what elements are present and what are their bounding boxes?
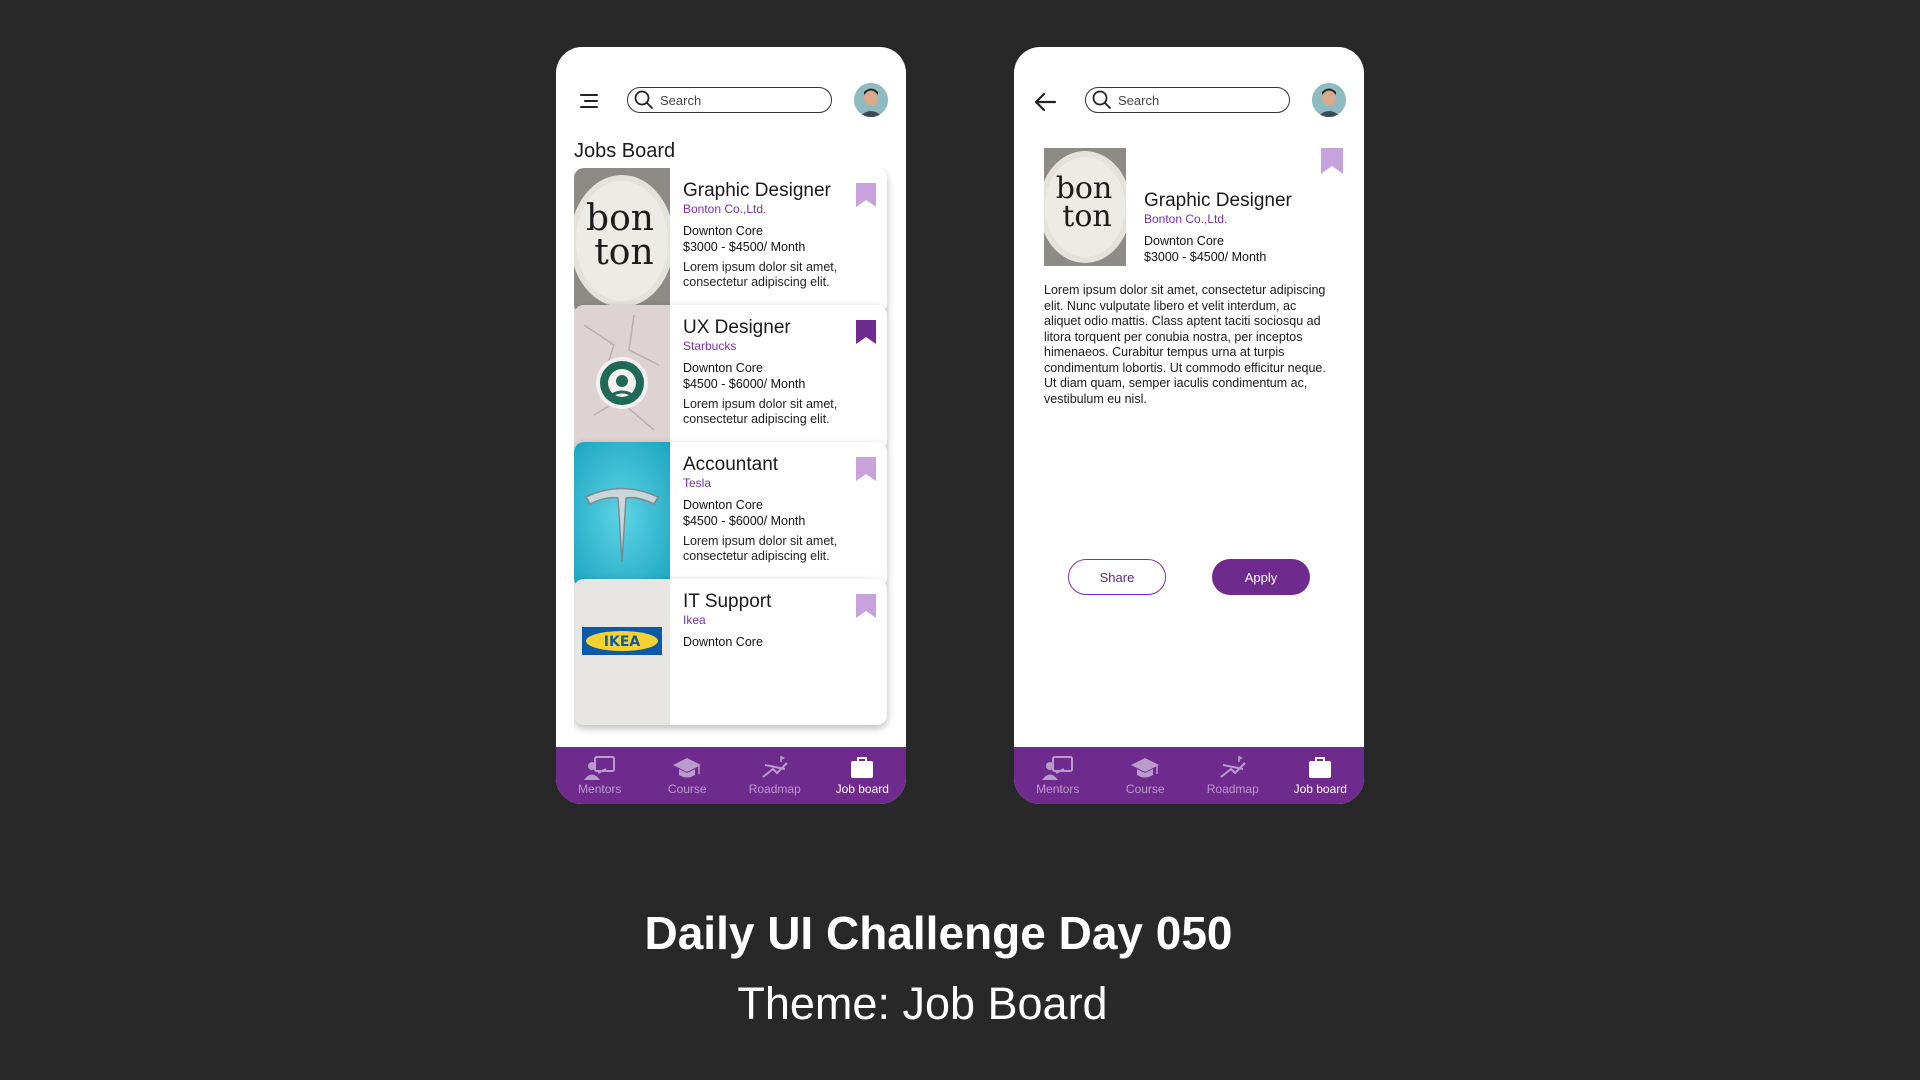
job-location: Downton Core [683, 224, 763, 238]
menu-icon[interactable] [576, 91, 600, 111]
job-company: Starbucks [683, 339, 737, 353]
caption-headline: Daily UI Challenge Day 050 [644, 907, 1233, 959]
back-arrow-icon[interactable] [1032, 89, 1058, 115]
mentor-icon [583, 756, 615, 780]
bookmark-icon[interactable] [1320, 147, 1344, 175]
mentor-icon [1041, 756, 1073, 780]
roadmap-icon [1220, 756, 1246, 778]
graduation-cap-icon [673, 758, 702, 778]
nav-item-roadmap[interactable]: Roadmap [731, 747, 819, 804]
nav-label: Roadmap [1206, 782, 1259, 796]
page-title: Jobs Board [574, 140, 676, 162]
job-company: Tesla [683, 476, 712, 490]
job-company: Bonton Co.,Ltd. [1144, 212, 1228, 226]
bookmark-icon[interactable] [855, 319, 877, 345]
job-salary: $4500 - $6000/ Month [683, 514, 806, 528]
job-card-accountant[interactable]: Accountant Tesla Downton Core $4500 - $6… [574, 442, 887, 588]
logo-text-ton: ton [594, 232, 653, 273]
job-description: Lorem ipsum dolor sit amet, consectetur … [683, 260, 838, 289]
job-info: Graphic Designer Bonton Co.,Ltd. Downton… [683, 180, 863, 290]
nav-label: Mentors [578, 782, 622, 796]
nav-label: Course [1125, 782, 1165, 796]
job-salary: $3000 - $4500/ Month [1144, 250, 1267, 264]
bookmark-icon[interactable] [855, 182, 877, 208]
job-title: Accountant [683, 454, 779, 475]
job-description: Lorem ipsum dolor sit amet, consectetur … [683, 534, 838, 563]
search-bar[interactable] [1085, 87, 1290, 113]
company-logo-bonton: bon ton [574, 168, 670, 314]
job-title: UX Designer [683, 317, 791, 338]
avatar[interactable] [854, 83, 888, 117]
nav-label: Job board [835, 782, 889, 796]
caption-subline: Theme: Job Board [737, 978, 1108, 1029]
job-list[interactable]: bon ton Graphic Designer Bonton Co.,Ltd. … [574, 168, 894, 746]
search-icon [634, 90, 653, 109]
job-title: IT Support [683, 591, 772, 612]
job-title: Graphic Designer [683, 180, 831, 201]
job-company: Ikea [683, 613, 706, 627]
job-info: UX Designer Starbucks Downton Core $4500… [683, 317, 863, 427]
nav-label: Job board [1293, 782, 1347, 796]
nav-item-job-board[interactable]: Job board [1277, 747, 1365, 804]
job-detail-screen: bonton Graphic Designer Bonton Co.,Ltd. … [1014, 47, 1364, 804]
bottom-nav: Mentors Course Roadmap Job board [556, 747, 906, 804]
nav-label: Roadmap [748, 782, 801, 796]
logo-text-ton: ton [1062, 199, 1111, 234]
job-salary: $4500 - $6000/ Month [683, 377, 806, 391]
job-info: Graphic Designer Bonton Co.,Ltd. Downton… [1144, 190, 1334, 266]
roadmap-icon [762, 756, 788, 778]
nav-label: Mentors [1036, 782, 1080, 796]
job-info: Accountant Tesla Downton Core $4500 - $6… [683, 454, 863, 564]
job-card-ux-designer[interactable]: UX Designer Starbucks Downton Core $4500… [574, 305, 887, 451]
nav-item-mentors[interactable]: Mentors [556, 747, 644, 804]
job-company: Bonton Co.,Ltd. [683, 202, 767, 216]
briefcase-icon [851, 757, 874, 778]
job-info: IT Support Ikea Downton Core [683, 591, 863, 654]
nav-item-job-board[interactable]: Job board [819, 747, 907, 804]
job-salary: $3000 - $4500/ Month [683, 240, 806, 254]
job-location: Downton Core [1144, 234, 1224, 248]
avatar[interactable] [1312, 83, 1346, 117]
company-logo-ikea: IKEA [574, 579, 670, 725]
nav-item-course[interactable]: Course [644, 747, 732, 804]
job-card-graphic-designer[interactable]: bon ton Graphic Designer Bonton Co.,Ltd. … [574, 168, 887, 314]
bookmark-icon[interactable] [855, 456, 877, 482]
company-logo-starbucks [574, 305, 670, 451]
nav-item-mentors[interactable]: Mentors [1014, 747, 1102, 804]
search-input[interactable] [1116, 91, 1270, 109]
nav-item-roadmap[interactable]: Roadmap [1189, 747, 1277, 804]
job-title: Graphic Designer [1144, 190, 1292, 211]
company-logo-bonton: bon ton [1044, 148, 1126, 266]
job-location: Downton Core [683, 498, 763, 512]
search-icon [1092, 90, 1111, 109]
search-input[interactable] [658, 91, 812, 109]
briefcase-icon [1309, 757, 1332, 778]
company-logo-tesla [574, 442, 670, 588]
logo-text-ikea: IKEA [604, 634, 641, 650]
bottom-nav: Mentors Course Roadmap Job board [1014, 747, 1364, 804]
job-card-it-support[interactable]: IKEA IT Support Ikea Downton Core [574, 579, 887, 725]
job-description: Lorem ipsum dolor sit amet, consectetur … [1044, 283, 1326, 406]
nav-label: Course [667, 782, 707, 796]
top-bar [1014, 77, 1364, 125]
bookmark-icon[interactable] [855, 593, 877, 619]
job-location: Downton Core [683, 635, 763, 649]
job-description: Lorem ipsum dolor sit amet, consectetur … [683, 397, 838, 426]
job-list-screen: Jobs Board bonton Graphic Designer Bonto… [556, 47, 906, 804]
graduation-cap-icon [1131, 758, 1160, 778]
job-location: Downton Core [683, 361, 763, 375]
search-bar[interactable] [627, 87, 832, 113]
share-button[interactable]: Share [1068, 559, 1166, 595]
top-bar [556, 77, 906, 125]
nav-item-course[interactable]: Course [1102, 747, 1190, 804]
apply-button[interactable]: Apply [1212, 559, 1310, 595]
